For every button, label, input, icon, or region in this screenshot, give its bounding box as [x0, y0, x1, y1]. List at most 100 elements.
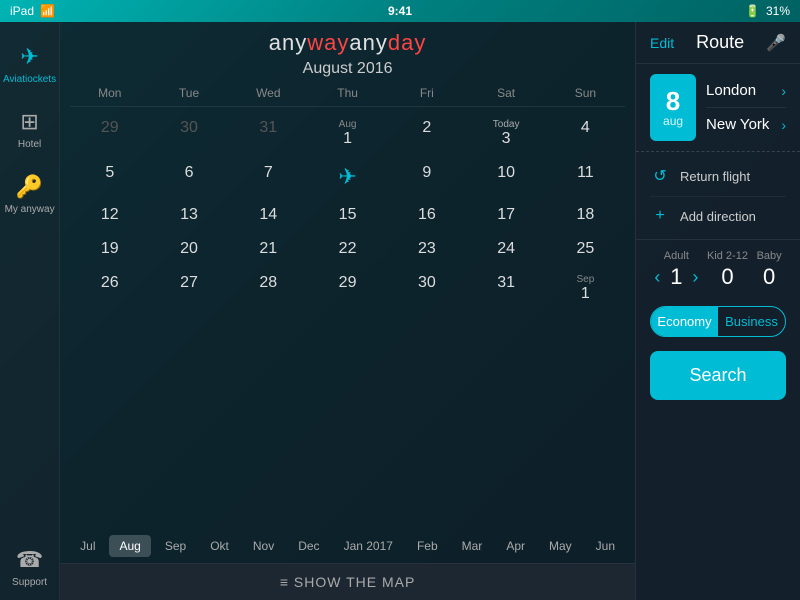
map-icon: ≡ — [280, 574, 289, 590]
cal-row-4: 19 20 21 22 23 24 25 — [70, 232, 625, 266]
add-direction-icon: + — [650, 207, 670, 225]
table-row[interactable]: 14 — [229, 198, 308, 232]
adult-count: 1 — [666, 264, 686, 290]
destination-newyork[interactable]: New York › — [706, 108, 786, 141]
table-row[interactable]: ✈ — [308, 156, 387, 198]
table-row[interactable]: 12 — [70, 198, 149, 232]
destinations: London › New York › — [706, 74, 786, 141]
month-nav-item[interactable]: Mar — [452, 535, 493, 557]
table-row[interactable]: Sep 1 — [546, 266, 625, 311]
adult-count-row: ‹ 1 › — [654, 264, 698, 290]
date-badge-month: aug — [663, 114, 683, 128]
table-row[interactable]: 31 — [229, 111, 308, 156]
month-nav-item[interactable]: Nov — [243, 535, 284, 557]
class-selector: Economy Business — [650, 306, 786, 337]
table-row[interactable]: 11 — [546, 156, 625, 198]
status-bar: iPad 📶 9:41 🔋 31% — [0, 0, 800, 22]
adult-decrease-button[interactable]: ‹ — [654, 267, 660, 288]
passenger-row: Adult ‹ 1 › Kid 2-12 0 Baby — [650, 250, 786, 290]
add-direction-label: Add direction — [680, 209, 756, 224]
table-row[interactable]: 28 — [229, 266, 308, 311]
passenger-kid: Kid 2-12 0 — [707, 250, 748, 290]
month-nav: JulAugSepOktNovDecJan 2017FebMarAprMayJu… — [60, 529, 635, 563]
title-day: day — [388, 30, 426, 55]
sidebar-item-myanyway[interactable]: 🔑 My anyway — [0, 162, 59, 227]
col-sun: Sun — [546, 86, 625, 100]
business-button[interactable]: Business — [718, 307, 785, 336]
table-row[interactable]: 13 — [149, 198, 228, 232]
table-row[interactable]: 24 — [466, 232, 545, 266]
table-row[interactable]: 5 — [70, 156, 149, 198]
month-nav-item[interactable]: Aug — [109, 535, 150, 557]
passenger-baby: Baby 0 — [757, 250, 782, 290]
month-nav-item[interactable]: Sep — [155, 535, 196, 557]
battery-label: 31% — [766, 4, 790, 18]
wifi-icon: 📶 — [40, 4, 55, 18]
table-row[interactable]: 6 — [149, 156, 228, 198]
month-nav-item[interactable]: Jun — [586, 535, 625, 557]
show-map-bar[interactable]: ≡ SHOW THE MAP — [60, 563, 635, 600]
table-row[interactable]: 27 — [149, 266, 228, 311]
search-button[interactable]: Search — [650, 351, 786, 400]
kid-count: 0 — [717, 264, 737, 290]
passenger-section: Adult ‹ 1 › Kid 2-12 0 Baby — [636, 239, 800, 300]
month-nav-item[interactable]: Jul — [70, 535, 105, 557]
edit-button[interactable]: Edit — [650, 35, 674, 51]
table-row[interactable]: 31 — [466, 266, 545, 311]
status-time: 9:41 — [388, 4, 412, 18]
calendar-rows: 29 30 31 Aug 1 2 Today 3 4 5 — [70, 111, 625, 311]
table-row[interactable]: 22 — [308, 232, 387, 266]
date-badge-num: 8 — [666, 88, 680, 114]
table-row[interactable]: 30 — [149, 111, 228, 156]
table-row[interactable]: 7 — [229, 156, 308, 198]
economy-button[interactable]: Economy — [651, 307, 718, 336]
table-row[interactable]: Aug 1 — [308, 111, 387, 156]
month-nav-item[interactable]: May — [539, 535, 582, 557]
table-row[interactable]: 16 — [387, 198, 466, 232]
plane-icon: ✈ — [20, 44, 38, 70]
month-nav-item[interactable]: Feb — [407, 535, 448, 557]
sidebar-item-flights[interactable]: ✈ Aviatiockets — [0, 32, 59, 97]
table-row[interactable]: Today 3 — [466, 111, 545, 156]
month-nav-item[interactable]: Okt — [200, 535, 239, 557]
table-row[interactable]: 23 — [387, 232, 466, 266]
add-direction-button[interactable]: + Add direction — [650, 197, 786, 235]
table-row[interactable]: 2 — [387, 111, 466, 156]
table-row[interactable]: 9 — [387, 156, 466, 198]
table-row[interactable]: 21 — [229, 232, 308, 266]
destination-london[interactable]: London › — [706, 74, 786, 108]
table-row[interactable]: 26 — [70, 266, 149, 311]
table-row[interactable]: 15 — [308, 198, 387, 232]
col-tue: Tue — [149, 86, 228, 100]
sidebar-item-hotel[interactable]: ⊞ Hotel — [0, 97, 59, 162]
table-row[interactable]: 4 — [546, 111, 625, 156]
mic-icon[interactable]: 🎤 — [766, 33, 786, 53]
chevron-right-icon: › — [781, 83, 786, 99]
table-row[interactable]: 29 — [70, 111, 149, 156]
return-flight-button[interactable]: ↺ Return flight — [650, 156, 786, 197]
sidebar-support-label: Support — [12, 577, 47, 588]
table-row[interactable]: 10 — [466, 156, 545, 198]
table-row[interactable]: 20 — [149, 232, 228, 266]
table-row[interactable]: 30 — [387, 266, 466, 311]
calendar-header: Mon Tue Wed Thu Fri Sat Sun — [70, 86, 625, 107]
table-row[interactable]: 25 — [546, 232, 625, 266]
date-badge: 8 aug — [650, 74, 696, 141]
return-flight-icon: ↺ — [650, 166, 670, 186]
month-nav-item[interactable]: Dec — [288, 535, 329, 557]
main-container: ✈ Aviatiockets ⊞ Hotel 🔑 My anyway ☎ Sup… — [0, 22, 800, 600]
table-row[interactable]: 19 — [70, 232, 149, 266]
baby-count-row: 0 — [759, 264, 779, 290]
col-thu: Thu — [308, 86, 387, 100]
destination-london-label: London — [706, 82, 756, 99]
table-row[interactable]: 18 — [546, 198, 625, 232]
month-nav-item[interactable]: Jan 2017 — [334, 535, 403, 557]
sidebar-item-support[interactable]: ☎ Support — [0, 535, 59, 600]
month-nav-item[interactable]: Apr — [496, 535, 535, 557]
table-row[interactable]: 29 — [308, 266, 387, 311]
adult-increase-button[interactable]: › — [692, 267, 698, 288]
key-icon: 🔑 — [16, 174, 43, 200]
route-date-row: 8 aug London › New York › — [636, 64, 800, 151]
phone-icon: ☎ — [16, 547, 43, 573]
table-row[interactable]: 17 — [466, 198, 545, 232]
